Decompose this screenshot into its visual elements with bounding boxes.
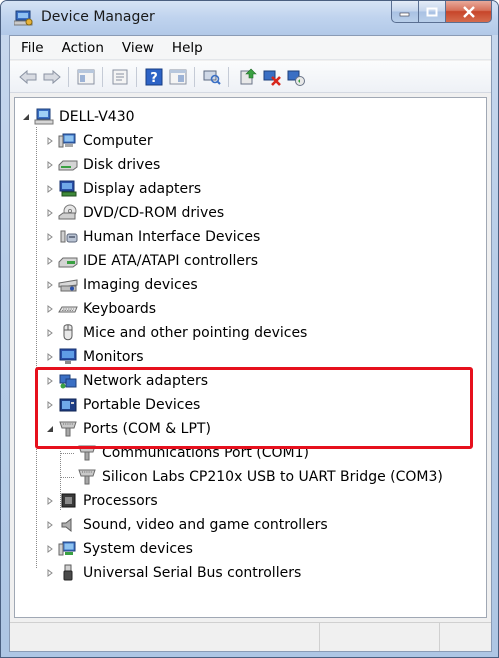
tree-category-mice-and-pointing-devices[interactable]: Mice and other pointing devices <box>45 322 307 344</box>
tree-category-computer[interactable]: Computer <box>45 130 153 152</box>
svg-text:?: ? <box>150 71 158 86</box>
imaging-device-icon <box>58 276 78 294</box>
tree-guide-line <box>60 453 74 454</box>
back-arrow-icon[interactable] <box>18 67 38 87</box>
device-tree[interactable]: DELL-V430 Computer Disk drives Display a… <box>14 97 487 618</box>
title-bar[interactable]: Device Manager <box>1 1 498 35</box>
minimize-button[interactable] <box>391 1 419 23</box>
ports-highlight-box <box>35 367 473 449</box>
tree-category-imaging-devices[interactable]: Imaging devices <box>45 274 198 296</box>
update-driver-icon[interactable] <box>238 67 258 87</box>
port-connector-icon <box>77 468 97 486</box>
tree-root-node[interactable]: DELL-V430 <box>21 106 135 128</box>
toolbar-separator <box>136 67 137 87</box>
menu-view[interactable]: View <box>113 40 163 56</box>
window-title: Device Manager <box>41 9 155 25</box>
toolbar: ? <box>10 61 491 93</box>
tree-guide-line <box>60 477 74 478</box>
toolbar-separator <box>102 67 103 87</box>
expand-triangle-icon[interactable] <box>45 256 55 266</box>
ide-controller-icon <box>58 252 78 270</box>
expand-triangle-icon[interactable] <box>45 568 55 578</box>
client-area: File Action View Help ? DELL-V430 Comput… <box>9 35 492 652</box>
tree-category-system-devices[interactable]: System devices <box>45 538 193 560</box>
view-icon[interactable] <box>168 67 188 87</box>
expand-triangle-icon[interactable] <box>45 232 55 242</box>
show-hide-console-tree-icon[interactable] <box>76 67 96 87</box>
expand-triangle-icon[interactable] <box>45 280 55 290</box>
tree-category-ide-ata-atapi-controllers[interactable]: IDE ATA/ATAPI controllers <box>45 250 258 272</box>
tree-category-sound-video-game-controllers[interactable]: Sound, video and game controllers <box>45 514 328 536</box>
status-bar-pane <box>320 623 440 651</box>
system-device-icon <box>58 540 78 558</box>
uninstall-icon[interactable] <box>262 67 282 87</box>
expand-triangle-icon[interactable] <box>45 160 55 170</box>
caption-buttons <box>391 1 492 23</box>
computer-icon <box>34 108 54 126</box>
human-interface-device-icon <box>58 228 78 246</box>
tree-category-processors[interactable]: Processors <box>45 490 158 512</box>
usb-connector-icon <box>58 564 78 582</box>
keyboard-icon <box>58 300 78 318</box>
display-adapter-icon <box>58 180 78 198</box>
enable-device-icon[interactable] <box>286 67 306 87</box>
speaker-icon <box>58 516 78 534</box>
forward-arrow-icon[interactable] <box>42 67 62 87</box>
status-bar <box>10 622 491 651</box>
dvd-drive-icon <box>58 204 78 222</box>
expand-triangle-icon[interactable] <box>45 352 55 362</box>
disk-drive-icon <box>58 156 78 174</box>
expand-triangle-icon[interactable] <box>45 136 55 146</box>
tree-root-label: DELL-V430 <box>59 109 135 125</box>
expand-triangle-icon[interactable] <box>45 496 55 506</box>
expand-triangle-icon[interactable] <box>45 304 55 314</box>
tree-device-silicon-labs-uart-bridge[interactable]: Silicon Labs CP210x USB to UART Bridge (… <box>77 466 443 488</box>
close-button[interactable] <box>446 1 492 23</box>
mouse-icon <box>58 324 78 342</box>
expand-triangle-icon[interactable] <box>45 208 55 218</box>
menu-action[interactable]: Action <box>53 40 113 56</box>
help-icon[interactable]: ? <box>144 67 164 87</box>
toolbar-separator <box>68 67 69 87</box>
expand-triangle-icon[interactable] <box>45 520 55 530</box>
tree-category-human-interface-devices[interactable]: Human Interface Devices <box>45 226 260 248</box>
menu-help[interactable]: Help <box>163 40 212 56</box>
monitor-icon <box>58 348 78 366</box>
tree-category-monitors[interactable]: Monitors <box>45 346 144 368</box>
device-manager-window: Device Manager File Action View Help ? D… <box>0 0 499 658</box>
menu-bar: File Action View Help <box>10 36 491 60</box>
tree-guide-line <box>36 127 37 568</box>
tree-category-usb-controllers[interactable]: Universal Serial Bus controllers <box>45 562 301 584</box>
expand-triangle-icon[interactable] <box>45 328 55 338</box>
properties-icon[interactable] <box>110 67 130 87</box>
expand-triangle-icon[interactable] <box>45 544 55 554</box>
toolbar-separator <box>194 67 195 87</box>
scan-hardware-icon[interactable] <box>202 67 222 87</box>
tree-category-disk-drives[interactable]: Disk drives <box>45 154 160 176</box>
expand-triangle-icon[interactable] <box>45 184 55 194</box>
processor-icon <box>58 492 78 510</box>
collapse-triangle-icon[interactable] <box>21 112 31 122</box>
computer-icon <box>58 132 78 150</box>
menu-file[interactable]: File <box>12 40 53 56</box>
tree-category-keyboards[interactable]: Keyboards <box>45 298 156 320</box>
maximize-button[interactable] <box>419 1 446 23</box>
device-manager-icon <box>13 9 34 27</box>
status-bar-pane <box>10 623 320 651</box>
tree-category-display-adapters[interactable]: Display adapters <box>45 178 201 200</box>
toolbar-separator <box>228 67 229 87</box>
tree-category-dvd-cd-rom-drives[interactable]: DVD/CD-ROM drives <box>45 202 224 224</box>
